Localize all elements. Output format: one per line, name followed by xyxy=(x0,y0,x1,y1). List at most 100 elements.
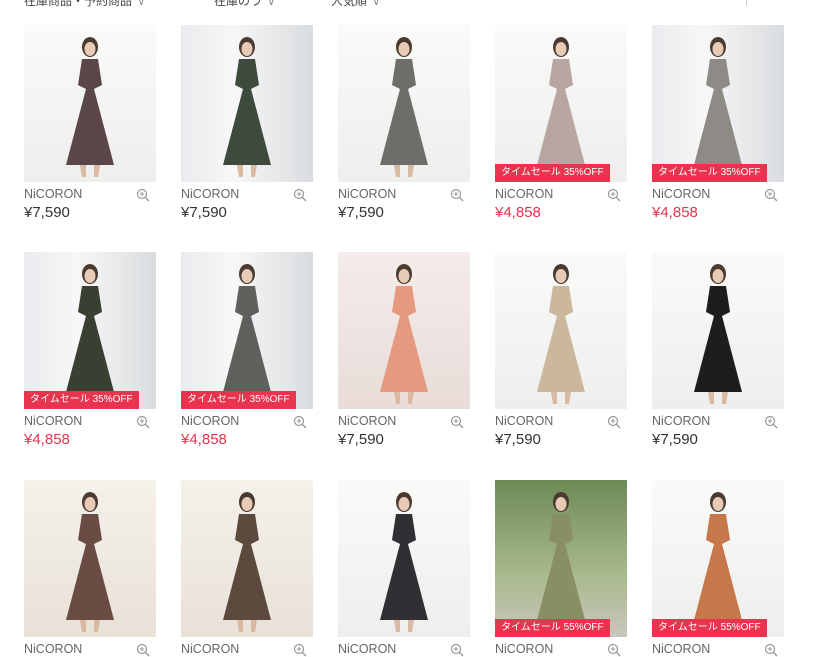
brand-name[interactable]: NiCORON xyxy=(338,642,396,656)
product-price: ¥4,858 xyxy=(652,204,698,221)
product-image[interactable]: タイムセール 35%OFF xyxy=(181,252,313,409)
zoom-icon[interactable] xyxy=(607,415,621,429)
product-image[interactable] xyxy=(24,25,156,182)
filter-stock-label: 在庫商品・予約商品 xyxy=(24,0,133,8)
zoom-icon[interactable] xyxy=(450,415,464,429)
brand-name[interactable]: NiCORON xyxy=(495,187,553,201)
product-card[interactable]: タイムセール 55%OFF NiCORON xyxy=(495,480,627,657)
filter-color[interactable]: 在庫のラ ∨ xyxy=(214,0,275,9)
product-card[interactable]: NiCORON ¥7,590 xyxy=(495,252,627,448)
filter-sort[interactable]: 人気順 ∨ xyxy=(331,0,380,9)
zoom-icon[interactable] xyxy=(293,643,307,657)
model-figure xyxy=(66,492,114,632)
grid-2x2-icon[interactable] xyxy=(764,0,782,6)
model-figure xyxy=(223,37,271,177)
chevron-down-icon: ∨ xyxy=(138,0,145,7)
zoom-icon[interactable] xyxy=(136,188,150,202)
zoom-icon[interactable] xyxy=(450,188,464,202)
product-image[interactable] xyxy=(338,25,470,182)
product-price: ¥7,590 xyxy=(652,431,698,448)
brand-name[interactable]: NiCORON xyxy=(495,414,553,428)
product-card[interactable]: タイムセール 35%OFF NiCORON ¥4,858 xyxy=(652,25,784,221)
chevron-down-icon: ∨ xyxy=(268,0,275,7)
product-card[interactable]: NiCORON xyxy=(24,480,156,657)
model-figure xyxy=(537,264,585,404)
product-card[interactable]: タイムセール 35%OFF NiCORON ¥4,858 xyxy=(181,252,313,448)
product-card[interactable]: NiCORON xyxy=(181,480,313,657)
brand-name[interactable]: NiCORON xyxy=(181,414,239,428)
sale-badge: タイムセール 35%OFF xyxy=(652,164,767,182)
zoom-icon[interactable] xyxy=(450,643,464,657)
filter-bar: 在庫商品・予約商品 ∨ 在庫のラ ∨ 人気順 ∨ xyxy=(0,0,820,8)
model-figure xyxy=(537,37,585,177)
sale-badge: タイムセール 55%OFF xyxy=(495,619,610,637)
product-price: ¥7,590 xyxy=(338,204,384,221)
brand-name[interactable]: NiCORON xyxy=(338,414,396,428)
zoom-icon[interactable] xyxy=(764,643,778,657)
sale-badge: タイムセール 55%OFF xyxy=(652,619,767,637)
product-card[interactable]: タイムセール 55%OFF NiCORON xyxy=(652,480,784,657)
zoom-icon[interactable] xyxy=(293,415,307,429)
zoom-icon[interactable] xyxy=(764,415,778,429)
zoom-icon[interactable] xyxy=(136,415,150,429)
filter-color-label: 在庫のラ xyxy=(214,0,263,8)
brand-name[interactable]: NiCORON xyxy=(652,642,710,656)
product-image[interactable] xyxy=(495,252,627,409)
product-card[interactable]: NiCORON ¥7,590 xyxy=(24,25,156,221)
product-card[interactable]: NiCORON xyxy=(338,480,470,657)
product-price: ¥4,858 xyxy=(181,431,227,448)
brand-name[interactable]: NiCORON xyxy=(24,642,82,656)
model-figure xyxy=(223,492,271,632)
zoom-icon[interactable] xyxy=(607,643,621,657)
product-image[interactable]: タイムセール 35%OFF xyxy=(495,25,627,182)
product-image[interactable] xyxy=(338,252,470,409)
product-card[interactable]: NiCORON ¥7,590 xyxy=(181,25,313,221)
brand-name[interactable]: NiCORON xyxy=(652,414,710,428)
model-figure xyxy=(694,264,742,404)
brand-name[interactable]: NiCORON xyxy=(181,187,239,201)
model-figure xyxy=(380,37,428,177)
brand-name[interactable]: NiCORON xyxy=(495,642,553,656)
product-card[interactable]: タイムセール 35%OFF NiCORON ¥4,858 xyxy=(24,252,156,448)
product-image[interactable] xyxy=(181,480,313,637)
product-price: ¥7,590 xyxy=(338,431,384,448)
sale-badge: タイムセール 35%OFF xyxy=(181,391,296,409)
sale-badge: タイムセール 35%OFF xyxy=(495,164,610,182)
product-price: ¥4,858 xyxy=(495,204,541,221)
model-figure xyxy=(694,492,742,632)
view-separator xyxy=(746,0,747,6)
product-image[interactable] xyxy=(652,252,784,409)
model-figure xyxy=(223,264,271,404)
brand-name[interactable]: NiCORON xyxy=(652,187,710,201)
grid-3x3-icon[interactable] xyxy=(711,0,730,6)
product-price: ¥4,858 xyxy=(24,431,70,448)
product-price: ¥7,590 xyxy=(181,204,227,221)
product-card[interactable]: NiCORON ¥7,590 xyxy=(338,252,470,448)
product-image[interactable]: タイムセール 55%OFF xyxy=(495,480,627,637)
product-card[interactable]: タイムセール 35%OFF NiCORON ¥4,858 xyxy=(495,25,627,221)
product-image[interactable] xyxy=(24,480,156,637)
brand-name[interactable]: NiCORON xyxy=(338,187,396,201)
product-image[interactable] xyxy=(338,480,470,637)
product-image[interactable]: タイムセール 35%OFF xyxy=(652,25,784,182)
product-image[interactable]: タイムセール 35%OFF xyxy=(24,252,156,409)
zoom-icon[interactable] xyxy=(136,643,150,657)
brand-name[interactable]: NiCORON xyxy=(24,187,82,201)
brand-name[interactable]: NiCORON xyxy=(181,642,239,656)
product-card[interactable]: NiCORON ¥7,590 xyxy=(338,25,470,221)
brand-name[interactable]: NiCORON xyxy=(24,414,82,428)
zoom-icon[interactable] xyxy=(293,188,307,202)
model-figure xyxy=(66,264,114,404)
product-image[interactable]: タイムセール 55%OFF xyxy=(652,480,784,637)
zoom-icon[interactable] xyxy=(764,188,778,202)
filter-stock[interactable]: 在庫商品・予約商品 ∨ xyxy=(24,0,145,9)
model-figure xyxy=(537,492,585,632)
product-image[interactable] xyxy=(181,25,313,182)
product-price: ¥7,590 xyxy=(24,204,70,221)
sale-badge: タイムセール 35%OFF xyxy=(24,391,139,409)
product-price: ¥7,590 xyxy=(495,431,541,448)
zoom-icon[interactable] xyxy=(607,188,621,202)
filter-sort-label: 人気順 xyxy=(331,0,368,8)
product-card[interactable]: NiCORON ¥7,590 xyxy=(652,252,784,448)
model-figure xyxy=(694,37,742,177)
